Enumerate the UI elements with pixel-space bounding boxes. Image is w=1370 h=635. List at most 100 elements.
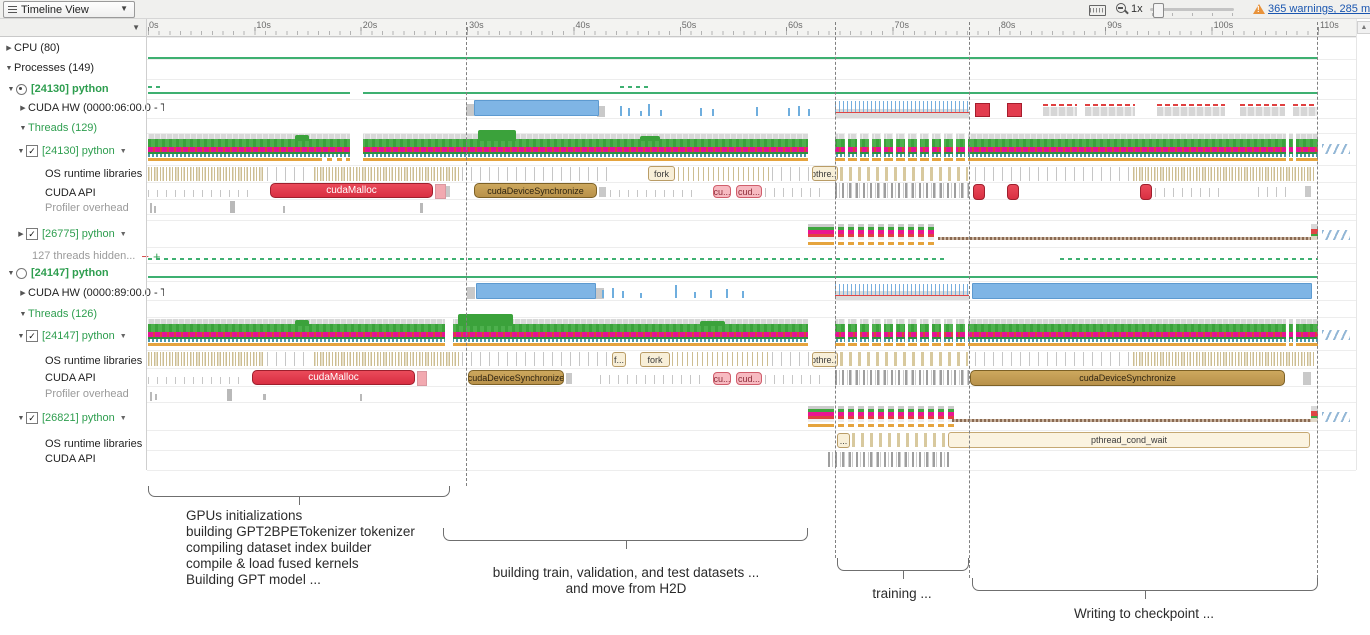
gpu-gray-band [1085, 107, 1135, 116]
collapse-arrow-icon[interactable]: ▼ [4, 65, 14, 72]
expand-arrow-icon[interactable]: ▶ [16, 230, 26, 238]
visibility-checkbox[interactable]: ✓ [26, 228, 38, 240]
event-bar-cudadevicesynchronize[interactable]: cudaDeviceSynchronize [468, 370, 564, 385]
sidebar-item-cuda-hw-0000-89-00-0-tesl-12[interactable]: ▶CUDA HW (0000:89:00.0 - Tesl [0, 285, 164, 301]
thread-mini-orange [868, 242, 874, 245]
annotation-line: building train, validation, and test dat… [443, 565, 809, 581]
api-pink-bar[interactable] [417, 371, 427, 386]
collapse-arrow-icon[interactable]: ▼ [18, 125, 28, 132]
gpu-activity-spike [640, 111, 642, 116]
gpu-kernel-bar[interactable] [474, 100, 599, 116]
zoom-out-icon[interactable] [1116, 3, 1126, 13]
collapse-arrow-icon[interactable]: ▼ [16, 148, 26, 155]
row-options-caret-icon[interactable]: ▼ [120, 415, 127, 422]
sidebar-item-24130-python-2[interactable]: ▼[24130] python [0, 81, 152, 97]
sidebar-item-profiler-overhead-17[interactable]: Profiler overhead [0, 386, 191, 402]
gpu-gray-band [1157, 107, 1225, 116]
os-runtime-activity [975, 352, 1130, 366]
event-bar-dots[interactable]: ... [837, 433, 850, 448]
collapse-arrow-icon[interactable]: ▼ [6, 270, 16, 277]
sidebar-item-processes-149-1[interactable]: ▼Processes (149) [0, 60, 150, 76]
gpu-memory-dash-line [1293, 104, 1317, 106]
row-separator [147, 99, 1356, 100]
event-bar-cu-short[interactable]: cu... [713, 185, 731, 198]
visibility-checkbox[interactable]: ✓ [26, 330, 38, 342]
focus-radio[interactable] [16, 268, 27, 279]
expand-arrow-icon[interactable]: ▶ [18, 104, 28, 112]
thread-band-gap [808, 318, 835, 348]
hw-gray-block [467, 287, 475, 299]
collapse-arrow-icon[interactable]: ▼ [18, 311, 28, 318]
visibility-checkbox[interactable]: ✓ [26, 145, 38, 157]
event-bar-cudamalloc[interactable]: cudaMalloc [252, 370, 415, 385]
annotation-text-checkpoint: Writing to checkpoint ... [972, 606, 1316, 622]
event-bar-cu-short[interactable]: cu... [713, 372, 731, 385]
gpu-gray-band [1293, 107, 1317, 116]
sidebar-item-cuda-api-20[interactable]: CUDA API [0, 451, 191, 467]
sidebar-item-label: Threads (126) [28, 308, 97, 320]
os-runtime-activity [772, 352, 810, 366]
warnings-messages-link[interactable]: 365 warnings, 285 messages [1268, 3, 1370, 15]
gpu-activity-spike [628, 108, 630, 116]
os-runtime-activity [678, 167, 770, 181]
gpu-memory-block[interactable] [1007, 103, 1022, 117]
row-separator [147, 37, 1356, 38]
annotation-guide-line [835, 22, 836, 558]
gpu-memory-block[interactable] [975, 103, 990, 117]
thread-mini-orange [878, 424, 884, 427]
sidebar-item-cpu-80-0[interactable]: ▶CPU (80) [0, 40, 150, 56]
api-red-event[interactable] [1007, 184, 1019, 200]
expand-arrow-icon[interactable]: ▶ [18, 289, 28, 297]
sidebar-item-label: [24147] python [42, 330, 115, 342]
keyboard-shortcuts-icon[interactable] [1089, 5, 1106, 16]
sidebar-item-24130-python-5[interactable]: ▼✓[24130] python▼ [0, 143, 162, 159]
row-options-caret-icon[interactable]: ▼ [120, 333, 127, 340]
gpu-kernel-bar[interactable] [972, 283, 1312, 299]
api-red-event[interactable] [973, 184, 985, 200]
annotation-text-init: GPUs initializationsbuilding GPT2BPEToke… [186, 508, 415, 588]
event-bar-cudadevicesynchronize[interactable]: cudaDeviceSynchronize [970, 370, 1285, 386]
event-bar-pthread-cond-wait[interactable]: pthread_cond_wait [948, 432, 1310, 448]
event-bar-cudamalloc[interactable]: cudaMalloc [270, 183, 433, 198]
event-bar-f-short[interactable]: f... [612, 352, 626, 367]
thread-band-gap [808, 133, 835, 163]
thread-mini-orange [898, 242, 904, 245]
thread-mini-orange [948, 424, 954, 427]
event-bar-cud-short[interactable]: cud... [736, 185, 762, 198]
event-bar-cud-short[interactable]: cud... [736, 372, 762, 385]
sidebar-item-24147-python-11[interactable]: ▼[24147] python [0, 265, 152, 281]
api-pink-bar[interactable] [435, 184, 446, 199]
sidebar-item-24147-python-14[interactable]: ▼✓[24147] python▼ [0, 328, 162, 344]
focus-radio[interactable] [16, 84, 27, 95]
expand-arrow-icon[interactable]: ▶ [4, 44, 14, 52]
sidebar-item-26775-python-9[interactable]: ▶✓[26775] python▼ [0, 226, 162, 242]
show-thread-button[interactable]: + [153, 249, 161, 264]
collapse-arrow-icon[interactable]: ▼ [16, 415, 26, 422]
gpu-kernel-bar[interactable] [476, 283, 596, 299]
row-separator [147, 430, 1356, 431]
api-red-event[interactable] [1140, 184, 1152, 200]
annotation-line: compile & load fused kernels [186, 556, 415, 572]
row-separator [147, 263, 1356, 264]
scroll-up-arrow[interactable]: ▲ [1357, 21, 1370, 34]
view-selector-dropdown[interactable]: Timeline View ▼ [3, 1, 135, 18]
sidebar-item-threads-129-4[interactable]: ▼Threads (129) [0, 120, 164, 136]
visibility-checkbox[interactable]: ✓ [26, 412, 38, 424]
row-options-caret-icon[interactable]: ▼ [120, 231, 127, 238]
sidebar-item-127-threads-hidden-10[interactable]: 127 threads hidden...−+ [0, 248, 178, 264]
row-options-caret-icon[interactable]: ▼ [120, 148, 127, 155]
gpu-activity-spike [675, 285, 677, 298]
hw-memory-line [835, 295, 969, 296]
sidebar-item-26821-python-18[interactable]: ▼✓[26821] python▼ [0, 410, 162, 426]
os-runtime-activity [672, 352, 770, 366]
sidebar-item-cuda-hw-0000-06-00-0-tesl-3[interactable]: ▶CUDA HW (0000:06:00.0 - Tesl [0, 100, 164, 116]
event-bar-cudadevicesynchronize[interactable]: cudaDeviceSynchronize [474, 183, 597, 198]
event-bar-fork[interactable]: fork [640, 352, 670, 367]
gpu-activity-spike [700, 108, 702, 116]
sidebar-item-threads-126-13[interactable]: ▼Threads (126) [0, 306, 164, 322]
collapse-arrow-icon[interactable]: ▼ [16, 333, 26, 340]
collapse-arrow-icon[interactable]: ▼ [6, 86, 16, 93]
cuda-api-minor-calls [610, 190, 695, 197]
chevron-down-icon[interactable]: ▼ [132, 23, 140, 32]
event-bar-fork[interactable]: fork [648, 166, 675, 181]
